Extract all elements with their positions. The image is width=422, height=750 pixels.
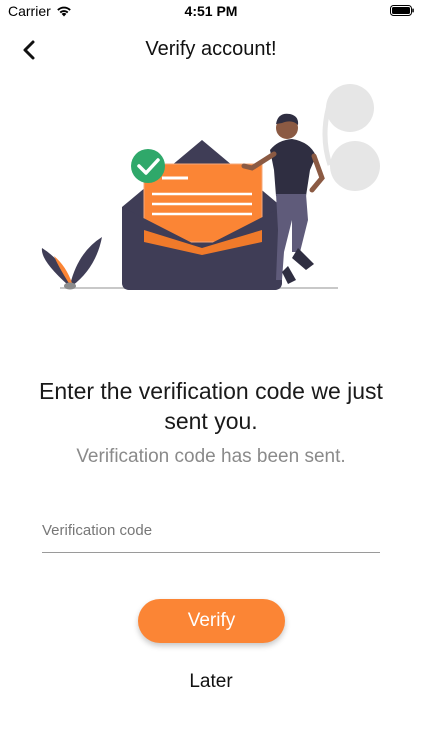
later-button[interactable]: Later	[161, 668, 261, 696]
page-title: Verify account!	[145, 38, 277, 60]
status-message: Verification code has been sent.	[76, 446, 346, 467]
status-bar: Carrier 4:51 PM	[0, 0, 422, 22]
instruction-heading: Enter the verification code we just sent…	[39, 378, 383, 434]
verification-code-input[interactable]	[42, 508, 380, 553]
status-time: 4:51 PM	[184, 3, 238, 19]
email-verification-illustration	[41, 84, 380, 290]
verify-button[interactable]: Verify	[138, 599, 285, 643]
navigation-bar: Verify account!	[0, 30, 422, 70]
battery-icon	[390, 5, 414, 16]
